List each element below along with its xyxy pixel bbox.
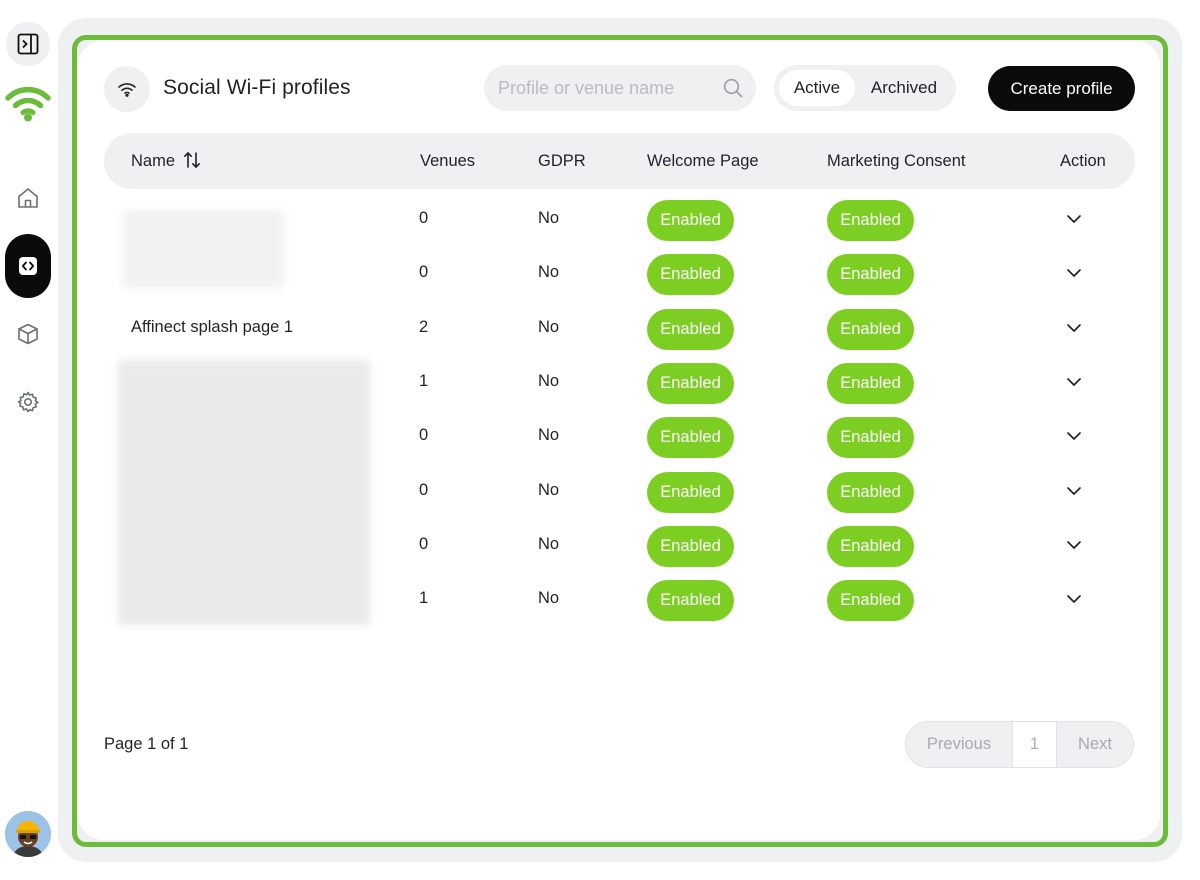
- column-marketing-consent: Marketing Consent: [827, 152, 966, 170]
- sidebar-toggle-button[interactable]: [6, 22, 50, 66]
- venues-count: 0: [419, 209, 429, 227]
- gdpr-value: No: [538, 317, 560, 336]
- venues-count: 0: [419, 534, 429, 553]
- chevron-down-icon[interactable]: [1064, 481, 1084, 501]
- search-icon[interactable]: [722, 77, 744, 99]
- welcome-page-badge: Enabled: [647, 525, 734, 567]
- page-title: Social Wi-Fi profiles: [163, 76, 351, 99]
- marketing-consent-badge: Enabled: [827, 308, 914, 350]
- avatar[interactable]: [5, 811, 51, 857]
- table-row[interactable]: 0 No Enabled Enabled: [104, 247, 1135, 301]
- venues-count: 0: [419, 263, 429, 282]
- venues-count: 1: [419, 589, 429, 608]
- gdpr-value: No: [538, 589, 560, 608]
- welcome-page-badge: Enabled: [647, 308, 734, 350]
- chevron-down-icon[interactable]: [1064, 372, 1084, 392]
- gdpr-value: No: [538, 263, 560, 282]
- venues-count: 2: [419, 317, 429, 336]
- marketing-consent-badge: Enabled: [827, 254, 914, 296]
- column-name[interactable]: Name: [131, 152, 201, 171]
- chevron-down-icon[interactable]: [1064, 318, 1084, 338]
- code-icon: [19, 257, 37, 275]
- wifi-logo[interactable]: [4, 82, 52, 124]
- chevron-down-icon[interactable]: [1064, 589, 1084, 609]
- chevron-down-icon[interactable]: [1064, 535, 1084, 555]
- marketing-consent-badge: Enabled: [827, 525, 914, 567]
- gdpr-value: No: [538, 426, 560, 445]
- chevron-down-icon[interactable]: [1064, 263, 1084, 283]
- welcome-page-badge: Enabled: [647, 254, 734, 296]
- welcome-page-badge: Enabled: [647, 471, 734, 513]
- table-row[interactable]: 0 No Enabled Enabled: [104, 465, 1135, 519]
- home-icon: [18, 188, 38, 208]
- table-row[interactable]: 1 No Enabled Enabled: [104, 573, 1135, 627]
- table-header: Name Venues GDPR Welcome Page Marketing …: [104, 133, 1135, 189]
- sidebar: [0, 0, 56, 880]
- column-venues: Venues: [420, 152, 476, 170]
- venues-count: 0: [419, 480, 429, 499]
- page-number-1[interactable]: 1: [1012, 722, 1057, 767]
- pagination: Previous 1 Next: [905, 721, 1134, 768]
- marketing-consent-badge: Enabled: [827, 362, 914, 404]
- next-button[interactable]: Next: [1057, 722, 1133, 767]
- table-row[interactable]: Affinect splash page 1 2 No Enabled Enabled: [104, 302, 1135, 356]
- marketing-consent-badge: Enabled: [827, 200, 914, 241]
- nav-settings[interactable]: [6, 380, 50, 424]
- column-welcome-page: Welcome Page: [647, 152, 759, 170]
- sidebar-toggle-icon: [17, 33, 39, 55]
- marketing-consent-badge: Enabled: [827, 471, 914, 513]
- page-info: Page 1 of 1: [104, 735, 189, 753]
- gear-icon: [17, 391, 39, 413]
- nav-products[interactable]: [6, 312, 50, 356]
- nav-home[interactable]: [6, 176, 50, 220]
- nav-social-wifi[interactable]: [5, 234, 51, 298]
- chevron-down-icon[interactable]: [1064, 209, 1084, 229]
- welcome-page-badge: Enabled: [647, 200, 734, 241]
- gdpr-value: No: [538, 480, 560, 499]
- marketing-consent-badge: Enabled: [827, 580, 914, 622]
- tab-active[interactable]: Active: [779, 70, 855, 106]
- search-box: [484, 65, 756, 111]
- gdpr-value: No: [538, 534, 560, 553]
- welcome-page-badge: Enabled: [647, 362, 734, 404]
- welcome-page-badge: Enabled: [647, 580, 734, 622]
- tab-archived[interactable]: Archived: [858, 70, 950, 106]
- column-action: Action: [1060, 152, 1106, 170]
- table-row[interactable]: 0 No Enabled Enabled: [104, 410, 1135, 464]
- chevron-down-icon[interactable]: [1064, 426, 1084, 446]
- wifi-icon: [104, 66, 150, 112]
- create-profile-button[interactable]: Create profile: [988, 66, 1135, 111]
- welcome-page-badge: Enabled: [647, 417, 734, 459]
- column-gdpr: GDPR: [538, 152, 586, 170]
- cube-icon: [18, 323, 38, 345]
- profile-name: Affinect splash page 1: [131, 317, 294, 336]
- column-name-label: Name: [131, 152, 176, 170]
- sort-icon[interactable]: [183, 151, 201, 169]
- previous-button[interactable]: Previous: [906, 722, 1012, 767]
- search-input[interactable]: [498, 65, 718, 111]
- status-toggle: Active Archived: [774, 65, 956, 111]
- table-row[interactable]: 0 No Enabled Enabled: [104, 519, 1135, 573]
- venues-count: 1: [419, 371, 429, 390]
- venues-count: 0: [419, 426, 429, 445]
- marketing-consent-badge: Enabled: [827, 417, 914, 459]
- gdpr-value: No: [538, 371, 560, 390]
- table-row[interactable]: 1 No Enabled Enabled: [104, 356, 1135, 410]
- gdpr-value: No: [538, 209, 560, 227]
- table-row[interactable]: 0 No Enabled Enabled: [104, 193, 1135, 247]
